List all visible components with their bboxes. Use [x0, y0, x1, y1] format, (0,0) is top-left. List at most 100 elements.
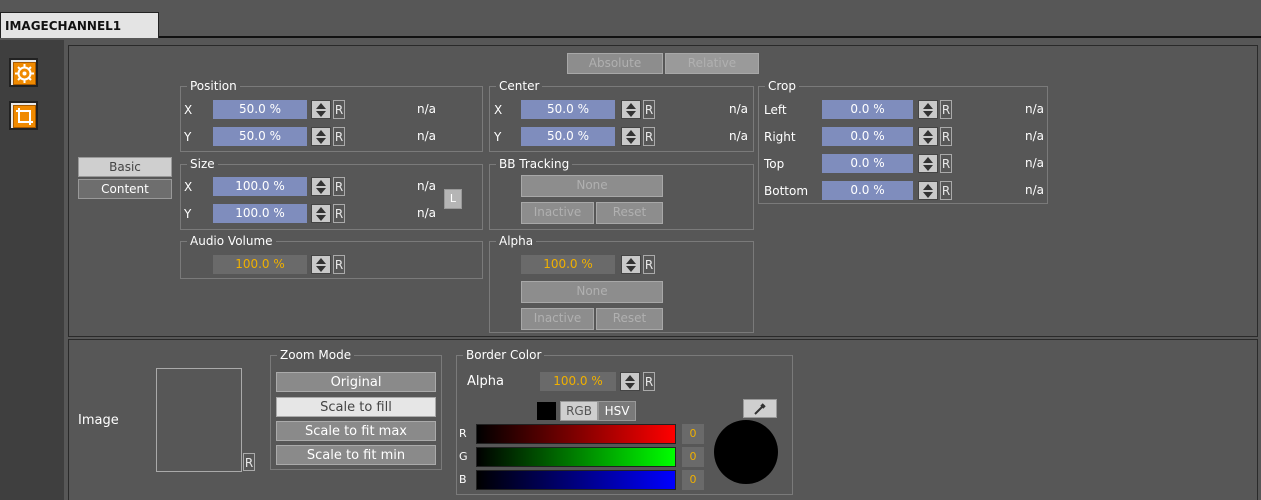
zoom-scale-to-fit-min-button[interactable]: Scale to fit min [276, 445, 436, 465]
content-tab[interactable]: Content [78, 179, 172, 199]
audio-volume-spinner[interactable] [311, 255, 331, 274]
position-y-label: Y [184, 130, 192, 144]
crop-top-label: Top [764, 157, 785, 171]
crop-left-label: Left [764, 103, 787, 117]
alpha-title: Alpha [496, 234, 537, 248]
alpha-reset-button[interactable]: Reset [596, 308, 663, 330]
position-x-spinner[interactable] [311, 100, 331, 119]
color-preview-circle [714, 420, 778, 484]
crop-title: Crop [765, 79, 800, 93]
crop-bottom-reset[interactable]: R [940, 181, 952, 200]
crop-left-field[interactable]: 0.0 % [822, 100, 913, 119]
crop-icon [13, 105, 36, 128]
crop-right-field[interactable]: 0.0 % [822, 127, 913, 146]
bb-tracking-inactive-button[interactable]: Inactive [521, 202, 594, 224]
channel-b-label: B [459, 473, 467, 486]
size-y-spinner[interactable] [311, 204, 331, 223]
size-x-field[interactable]: 100.0 % [213, 177, 307, 196]
bb-tracking-none-button[interactable]: None [521, 175, 663, 197]
eyedropper-button[interactable] [743, 399, 777, 418]
border-alpha-reset[interactable]: R [643, 372, 655, 391]
center-x-spinner[interactable] [621, 100, 641, 119]
crop-bottom-label: Bottom [764, 184, 809, 198]
crop-top-field[interactable]: 0.0 % [822, 154, 913, 173]
position-x-field[interactable]: 50.0 % [213, 100, 307, 119]
position-x-reset[interactable]: R [333, 100, 345, 119]
crop-top-reset[interactable]: R [940, 154, 952, 173]
image-label: Image [78, 413, 119, 428]
sidebar-item-crop[interactable] [9, 101, 38, 130]
center-y-status: n/a [728, 129, 748, 143]
border-alpha-spinner[interactable] [620, 372, 640, 391]
crop-right-status: n/a [1024, 129, 1044, 143]
crop-right-label: Right [764, 130, 796, 144]
audio-volume-reset[interactable]: R [333, 255, 345, 274]
position-x-label: X [184, 103, 193, 117]
border-alpha-label: Alpha [467, 374, 504, 389]
channel-g-slider[interactable] [476, 447, 676, 467]
center-x-status: n/a [728, 102, 748, 116]
zoom-original-button[interactable]: Original [276, 372, 436, 392]
center-x-reset[interactable]: R [643, 100, 655, 119]
absolute-button[interactable]: Absolute [567, 53, 663, 74]
crop-left-reset[interactable]: R [940, 100, 952, 119]
size-x-label: X [184, 180, 193, 194]
zoom-scale-to-fit-max-button[interactable]: Scale to fit max [276, 421, 436, 441]
audio-volume-field[interactable]: 100.0 % [213, 255, 307, 274]
crop-top-spinner[interactable] [918, 154, 938, 173]
channel-r-slider[interactable] [476, 424, 676, 444]
alpha-reset-r[interactable]: R [643, 255, 655, 274]
channel-b-slider[interactable] [476, 470, 676, 490]
channel-r-value[interactable]: 0 [682, 424, 704, 444]
alpha-spinner[interactable] [621, 255, 641, 274]
basic-tab[interactable]: Basic [78, 157, 172, 177]
rgb-button[interactable]: RGB [560, 401, 598, 421]
channel-b-value[interactable]: 0 [682, 470, 704, 490]
channel-g-value[interactable]: 0 [682, 447, 704, 467]
position-y-reset[interactable]: R [333, 127, 345, 146]
center-x-field[interactable]: 50.0 % [521, 100, 615, 119]
zoom-scale-to-fill-button[interactable]: Scale to fill [276, 397, 436, 417]
crop-left-spinner[interactable] [918, 100, 938, 119]
alpha-inactive-button[interactable]: Inactive [521, 308, 594, 330]
size-lock-button[interactable]: L [444, 189, 462, 209]
size-title: Size [187, 157, 218, 171]
audio-volume-title: Audio Volume [187, 234, 276, 248]
size-y-field[interactable]: 100.0 % [213, 204, 307, 223]
border-color-title: Border Color [463, 348, 545, 362]
center-y-spinner[interactable] [621, 127, 641, 146]
crop-right-spinner[interactable] [918, 127, 938, 146]
tab-imagechannel1[interactable]: IMAGECHANNEL1 [0, 12, 159, 38]
center-y-reset[interactable]: R [643, 127, 655, 146]
alpha-none-button[interactable]: None [521, 281, 663, 303]
channel-g-label: G [459, 450, 468, 463]
size-y-status: n/a [416, 206, 436, 220]
position-y-spinner[interactable] [311, 127, 331, 146]
image-thumbnail[interactable] [156, 368, 242, 472]
relative-button[interactable]: Relative [665, 53, 759, 74]
bb-tracking-reset-button[interactable]: Reset [596, 202, 663, 224]
crop-left-status: n/a [1024, 102, 1044, 116]
hsv-button[interactable]: HSV [598, 401, 636, 421]
size-y-reset[interactable]: R [333, 204, 345, 223]
bb-tracking-title: BB Tracking [496, 157, 573, 171]
size-x-reset[interactable]: R [333, 177, 345, 196]
border-alpha-field[interactable]: 100.0 % [540, 372, 616, 391]
gear-icon [13, 62, 36, 85]
alpha-field[interactable]: 100.0 % [521, 255, 615, 274]
position-title: Position [187, 79, 240, 93]
position-y-field[interactable]: 50.0 % [213, 127, 307, 146]
crop-bottom-field[interactable]: 0.0 % [822, 181, 913, 200]
tab-bar [0, 0, 1261, 38]
image-reset[interactable]: R [243, 453, 255, 471]
size-x-spinner[interactable] [311, 177, 331, 196]
size-y-label: Y [184, 207, 192, 221]
crop-right-reset[interactable]: R [940, 127, 952, 146]
sidebar-item-transform[interactable] [9, 58, 38, 87]
center-x-label: X [494, 103, 503, 117]
center-y-field[interactable]: 50.0 % [521, 127, 615, 146]
position-y-status: n/a [416, 129, 436, 143]
color-swatch [537, 402, 556, 420]
crop-bottom-spinner[interactable] [918, 181, 938, 200]
eyedropper-icon [754, 403, 766, 415]
